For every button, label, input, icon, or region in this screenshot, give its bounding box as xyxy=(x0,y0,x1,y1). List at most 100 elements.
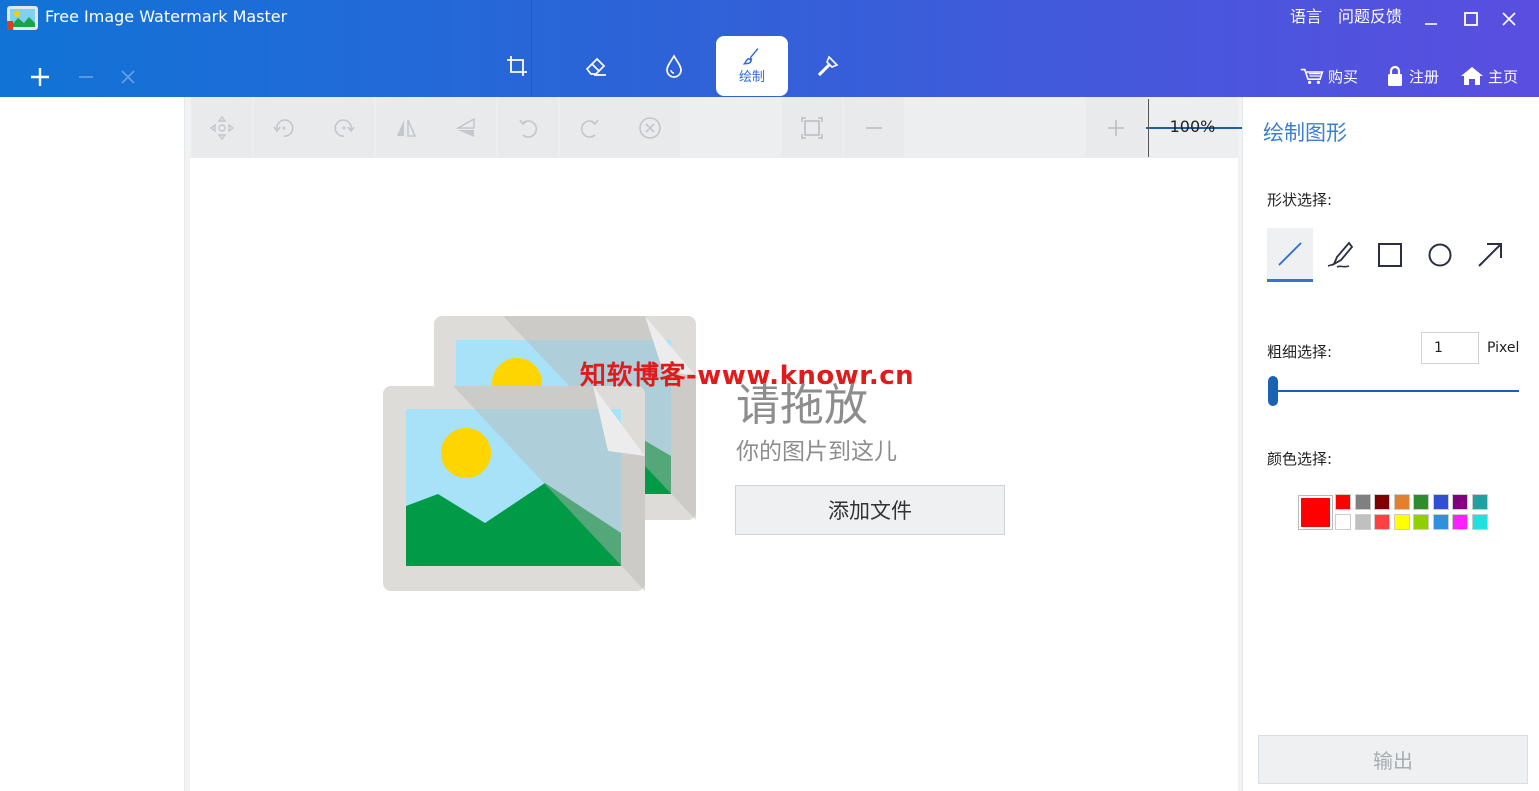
shape-rectangle-button[interactable] xyxy=(1367,228,1413,282)
remove-image-button[interactable] xyxy=(72,62,100,92)
undo-button[interactable] xyxy=(498,97,558,158)
app-window: Free Image Watermark Master 绘制 语言 问题反馈 购… xyxy=(0,0,1539,791)
fit-screen-icon xyxy=(801,116,823,139)
flip-horizontal-button[interactable] xyxy=(376,97,436,158)
minus-icon xyxy=(79,76,93,78)
tab-repair[interactable] xyxy=(792,36,864,96)
add-file-button[interactable]: 添加文件 xyxy=(735,485,1005,535)
color-swatch[interactable] xyxy=(1335,494,1351,510)
circle-icon xyxy=(1428,243,1452,267)
shape-circle-button[interactable] xyxy=(1417,228,1463,282)
clear-icon xyxy=(639,116,661,139)
pen-icon xyxy=(1327,241,1354,268)
rectangle-icon xyxy=(1378,243,1402,267)
current-color-swatch[interactable] xyxy=(1298,495,1333,530)
minimize-button[interactable] xyxy=(1418,6,1444,32)
move-button[interactable] xyxy=(192,97,252,158)
redo-button[interactable] xyxy=(560,97,620,158)
color-swatch[interactable] xyxy=(1413,513,1429,530)
rotate-left-icon xyxy=(273,118,294,137)
shape-line-button[interactable] xyxy=(1267,228,1313,282)
color-swatch[interactable] xyxy=(1432,513,1449,530)
drop-subtitle: 你的图片到这儿 xyxy=(736,439,897,465)
panel-title: 绘制图形 xyxy=(1263,121,1347,145)
export-button[interactable]: 输出 xyxy=(1258,735,1528,784)
arrow-icon xyxy=(1478,243,1502,267)
color-swatch[interactable] xyxy=(1471,494,1488,510)
color-swatch[interactable] xyxy=(1374,513,1390,530)
zoom-in-button[interactable] xyxy=(1086,97,1146,158)
cart-icon xyxy=(1300,68,1324,84)
plus-icon xyxy=(31,68,49,86)
feedback-link[interactable]: 问题反馈 xyxy=(1338,6,1402,28)
color-label: 颜色选择: xyxy=(1267,450,1333,468)
register-label: 注册 xyxy=(1409,67,1440,86)
color-swatch[interactable] xyxy=(1413,494,1429,510)
home-icon xyxy=(1461,67,1483,85)
close-icon xyxy=(1502,12,1516,26)
tab-eraser[interactable] xyxy=(560,36,632,96)
line-icon xyxy=(1278,241,1302,266)
color-swatch[interactable] xyxy=(1335,513,1351,530)
thickness-input[interactable]: 1 xyxy=(1421,332,1479,364)
fit-screen-button[interactable] xyxy=(782,97,842,158)
minimize-icon xyxy=(1425,23,1437,25)
shape-arrow-button[interactable] xyxy=(1467,228,1513,282)
rotate-left-button[interactable] xyxy=(254,97,314,158)
zoom-level: 100% xyxy=(1169,117,1216,136)
lock-icon xyxy=(1388,65,1402,86)
home-label: 主页 xyxy=(1488,67,1519,86)
shape-pen-button[interactable] xyxy=(1317,228,1363,282)
image-list-panel xyxy=(0,97,185,791)
eraser-icon xyxy=(585,57,606,76)
zoom-in-icon xyxy=(1108,119,1124,136)
x-icon xyxy=(121,70,135,84)
flip-horizontal-icon xyxy=(397,119,417,137)
buy-link[interactable]: 购买 xyxy=(1300,64,1358,88)
color-swatch[interactable] xyxy=(1374,494,1390,510)
color-swatch[interactable] xyxy=(1354,494,1371,510)
edit-toolbar: 100% xyxy=(190,97,1274,158)
tab-crop[interactable] xyxy=(481,36,553,96)
zoom-separator xyxy=(1148,99,1149,157)
color-swatch[interactable] xyxy=(1354,513,1371,530)
rotate-right-icon xyxy=(334,118,355,137)
register-link[interactable]: 注册 xyxy=(1385,64,1439,88)
color-swatch[interactable] xyxy=(1452,494,1468,510)
flip-vertical-icon xyxy=(455,117,475,137)
app-logo-icon xyxy=(6,4,39,31)
tab-watermark[interactable] xyxy=(638,36,710,96)
title-bar: Free Image Watermark Master 绘制 语言 问题反馈 购… xyxy=(0,0,1539,97)
color-swatch[interactable] xyxy=(1393,494,1410,510)
maximize-button[interactable] xyxy=(1458,6,1484,32)
rotate-right-button[interactable] xyxy=(314,97,374,158)
color-swatch[interactable] xyxy=(1393,513,1410,530)
drop-title: 请拖放 xyxy=(736,380,868,431)
thickness-unit: Pixel xyxy=(1487,340,1520,356)
brush-icon xyxy=(742,48,759,65)
zoom-out-button[interactable] xyxy=(844,97,904,158)
undo-icon xyxy=(519,119,538,138)
app-title: Free Image Watermark Master xyxy=(45,7,288,26)
crop-icon xyxy=(507,56,527,76)
maximize-icon xyxy=(1464,12,1478,26)
current-color-fill xyxy=(1301,498,1330,527)
home-link[interactable]: 主页 xyxy=(1460,64,1518,88)
magic-wand-icon xyxy=(817,55,839,77)
color-swatch[interactable] xyxy=(1432,494,1449,510)
color-swatch[interactable] xyxy=(1452,513,1468,530)
clear-images-button[interactable] xyxy=(114,62,142,92)
close-button[interactable] xyxy=(1496,6,1522,32)
redo-icon xyxy=(580,119,599,138)
tab-draw[interactable]: 绘制 xyxy=(716,36,788,96)
zoom-out-icon xyxy=(866,126,882,129)
add-image-button[interactable] xyxy=(26,62,54,92)
image-canvas[interactable]: 知软博客-www.knowr.cn 请拖放 你的图片到这儿 添加文件 xyxy=(190,158,1238,791)
water-drop-icon xyxy=(666,54,682,78)
clear-edits-button[interactable] xyxy=(620,97,680,158)
thickness-slider-thumb[interactable] xyxy=(1268,376,1278,406)
color-swatch[interactable] xyxy=(1471,513,1488,530)
move-icon xyxy=(209,115,235,140)
language-menu[interactable]: 语言 xyxy=(1290,6,1322,28)
flip-vertical-button[interactable] xyxy=(436,97,496,158)
